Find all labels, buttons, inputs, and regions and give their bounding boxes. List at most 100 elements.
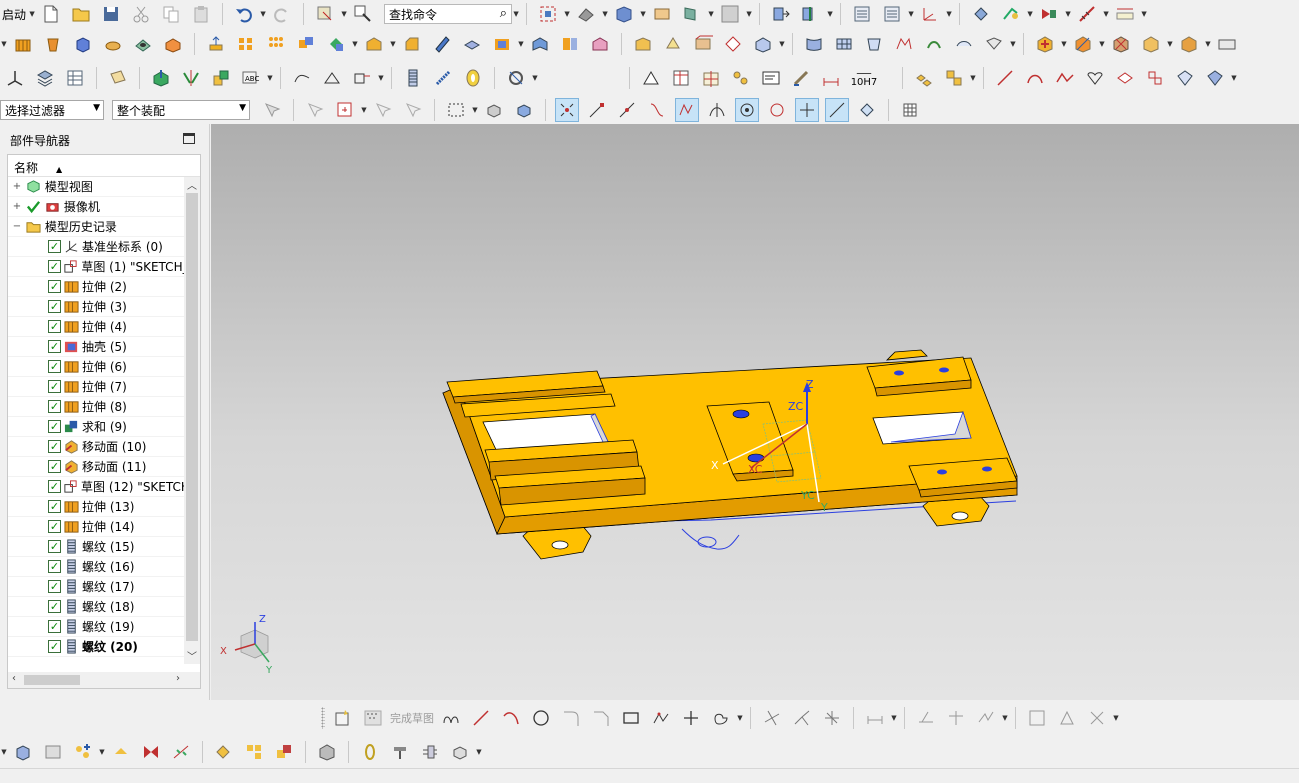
chevron-down-icon[interactable]: ▼ — [1166, 33, 1174, 55]
chevron-down-icon[interactable]: ▼ — [389, 33, 397, 55]
layer-visibility-icon[interactable] — [880, 2, 904, 26]
offset-region-icon[interactable] — [691, 32, 715, 56]
open-folder-icon[interactable] — [69, 2, 93, 26]
split-body-icon[interactable] — [558, 32, 582, 56]
layer-stack-icon[interactable] — [33, 66, 57, 90]
feature-row[interactable]: ✓ 拉伸 (3) — [8, 297, 186, 317]
point-sketch-icon[interactable] — [679, 706, 703, 730]
bearing-icon[interactable] — [461, 66, 485, 90]
chevron-down-icon[interactable]: ▼ — [351, 33, 359, 55]
snap-point-on-face-icon[interactable] — [855, 98, 879, 122]
make-corner-icon[interactable] — [820, 706, 844, 730]
pad-tool-icon[interactable] — [204, 32, 228, 56]
assembly-component-icon[interactable] — [1033, 32, 1057, 56]
feature-row[interactable]: ✓ 移动面 (10) — [8, 437, 186, 457]
geometric-constraint-icon[interactable] — [914, 706, 938, 730]
animate-dimension-icon[interactable] — [1055, 706, 1079, 730]
offset-face-icon[interactable] — [460, 32, 484, 56]
view-triad[interactable]: Z X Y — [220, 614, 273, 676]
visibility-checkbox[interactable]: ✓ — [48, 600, 61, 613]
feature-row[interactable]: ✓ 螺纹 (16) — [8, 557, 186, 577]
visibility-checkbox[interactable]: ✓ — [48, 540, 61, 553]
fillet-sketch-icon[interactable] — [559, 706, 583, 730]
chevron-down-icon[interactable]: ▼ — [1026, 3, 1034, 25]
triangle-icon[interactable] — [639, 66, 663, 90]
chevron-down-icon[interactable]: ▼ — [471, 99, 479, 121]
studio-spline-icon[interactable] — [1053, 66, 1077, 90]
block-tool-icon[interactable] — [71, 32, 95, 56]
note-icon[interactable] — [106, 66, 130, 90]
chevron-down-icon[interactable]: ▼ — [377, 67, 385, 89]
undo-icon[interactable] — [232, 2, 256, 26]
table-icon[interactable] — [63, 66, 87, 90]
thread-tool-icon[interactable] — [401, 66, 425, 90]
auto-dimension-icon[interactable] — [1025, 706, 1049, 730]
collapse-icon[interactable]: − — [12, 221, 22, 232]
copy-icon[interactable] — [159, 2, 183, 26]
chevron-down-icon[interactable]: ▼ — [1102, 3, 1110, 25]
extract-curve-icon[interactable] — [1203, 66, 1227, 90]
chevron-down-icon[interactable]: ▼ — [1098, 33, 1106, 55]
make-symmetric-icon[interactable] — [944, 706, 968, 730]
visibility-checkbox[interactable]: ✓ — [48, 260, 61, 273]
chevron-down-icon[interactable]: ▼ — [0, 741, 8, 763]
chevron-down-icon[interactable]: ▼ — [778, 33, 786, 55]
visibility-checkbox[interactable]: ✓ — [48, 620, 61, 633]
graphics-window[interactable]: ZC Z YC Y XC X Z X Y — [211, 124, 1299, 700]
tree-group-2[interactable]: − 模型历史记录 — [8, 217, 186, 237]
expand-icon[interactable]: + — [12, 181, 22, 192]
check-geometry-icon[interactable] — [999, 2, 1023, 26]
chevron-down-icon[interactable]: ▼ — [266, 67, 274, 89]
select-by-type-icon[interactable] — [333, 98, 357, 122]
pattern-tool-icon[interactable] — [234, 32, 258, 56]
visibility-checkbox[interactable]: ✓ — [48, 520, 61, 533]
hidden-edges-icon[interactable] — [350, 66, 374, 90]
circle-sketch-icon[interactable] — [529, 706, 553, 730]
boss-tool-icon[interactable] — [161, 32, 185, 56]
components-icon[interactable] — [729, 66, 753, 90]
spring-icon[interactable] — [431, 66, 455, 90]
search-icon[interactable]: ⌕ — [500, 6, 507, 21]
tree-group-0[interactable]: + 模型视图 — [8, 177, 186, 197]
mounting-lug-back[interactable] — [885, 349, 928, 361]
wcs-icon[interactable] — [918, 2, 942, 26]
chevron-down-icon[interactable]: ▼ — [259, 3, 267, 25]
mirror-assembly-icon[interactable] — [109, 740, 133, 764]
mirror-feature-icon[interactable] — [179, 66, 203, 90]
convert-reference-icon[interactable] — [1085, 706, 1109, 730]
trimmed-sheet-icon[interactable] — [982, 32, 1006, 56]
quick-pick-grid-icon[interactable] — [898, 98, 922, 122]
visibility-checkbox[interactable]: ✓ — [48, 360, 61, 373]
chevron-down-icon[interactable]: ▼ — [512, 3, 520, 25]
sketch-task-icon[interactable] — [331, 706, 355, 730]
selection-filter-dropdown[interactable]: 选择过滤器 ▼ — [0, 100, 104, 120]
chevron-down-icon[interactable]: ▼ — [826, 3, 834, 25]
clip-section-icon[interactable] — [799, 2, 823, 26]
quick-trim-icon[interactable] — [760, 706, 784, 730]
feature-row[interactable]: ✓ 基准坐标系 (0) — [8, 237, 186, 257]
project-curve-icon[interactable] — [1113, 66, 1137, 90]
render-style-icon[interactable] — [612, 2, 636, 26]
spanner-icon[interactable] — [388, 740, 412, 764]
visibility-checkbox[interactable]: ✓ — [48, 560, 61, 573]
snap-control-point-icon[interactable] — [675, 98, 699, 122]
paste-icon[interactable] — [189, 2, 213, 26]
model-view[interactable]: ZC Z YC Y XC X Z X Y — [211, 124, 1299, 700]
display-analysis-icon[interactable] — [1037, 2, 1061, 26]
snap-quadrant-icon[interactable] — [765, 98, 789, 122]
brush-icon[interactable] — [789, 66, 813, 90]
routing-icon[interactable] — [418, 740, 442, 764]
visibility-checkbox[interactable]: ✓ — [48, 580, 61, 593]
wave-geometry-icon[interactable] — [212, 740, 236, 764]
dimension-icon[interactable] — [819, 66, 843, 90]
ruler-icon[interactable] — [1113, 2, 1137, 26]
tolerance-fit-icon[interactable]: 10H7 — [849, 66, 879, 90]
cut-icon[interactable] — [129, 2, 153, 26]
extrude-tool-icon[interactable] — [11, 32, 35, 56]
horizontal-scrollbar[interactable]: ‹ › — [8, 672, 200, 688]
delete-face-icon[interactable] — [751, 32, 775, 56]
snap-existing-point-icon[interactable] — [795, 98, 819, 122]
n-sided-surface-icon[interactable] — [862, 32, 886, 56]
toolbar-grip[interactable] — [321, 707, 325, 729]
edge-blend-icon[interactable] — [362, 32, 386, 56]
